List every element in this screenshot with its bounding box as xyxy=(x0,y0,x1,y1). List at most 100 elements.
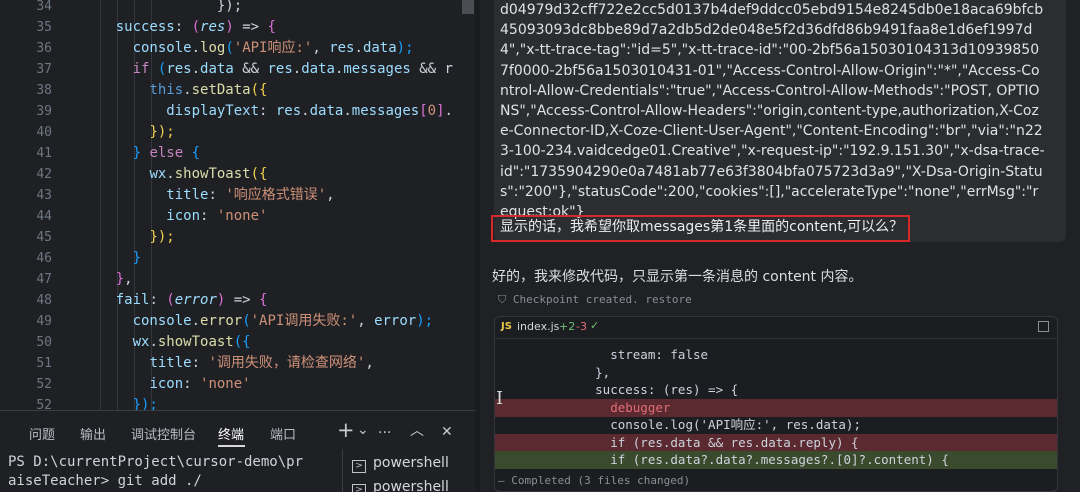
code-text: wx.showToast({ xyxy=(82,332,251,353)
code-line[interactable]: 37 if (res.data && res.data.messages && … xyxy=(0,59,475,80)
code-line[interactable]: 48 fail: (error) => { xyxy=(0,290,475,311)
code-line[interactable]: 42 wx.showToast({ xyxy=(0,164,475,185)
code-token: { xyxy=(259,292,268,308)
code-line[interactable]: 52 }); xyxy=(0,395,475,410)
code-token: res xyxy=(200,19,226,35)
restore-link[interactable]: restore xyxy=(645,293,691,306)
code-text: }); xyxy=(82,395,158,410)
text-cursor-icon: I xyxy=(496,388,504,409)
code-token: setData xyxy=(191,82,251,98)
code-line[interactable]: 49 console.error('API调用失败:', error); xyxy=(0,311,475,332)
code-token: data xyxy=(301,61,335,77)
diff-deletions: -3 xyxy=(576,320,587,333)
chevron-right-icon: — xyxy=(498,474,512,487)
line-number: 44 xyxy=(36,209,52,224)
code-token: data xyxy=(309,103,344,119)
pasted-response-text: d04979d32cff722e2cc5d0137b4def9ddcc05ebd… xyxy=(500,2,1045,221)
code-line[interactable]: 40 }); xyxy=(0,122,475,143)
plus-icon[interactable]: + xyxy=(337,420,355,441)
code-text: }, xyxy=(82,269,133,290)
code-line[interactable]: 43 title: '响应格式错误', xyxy=(0,185,475,206)
code-token: messages xyxy=(343,61,411,77)
tab-ports[interactable]: 端口 xyxy=(270,424,296,443)
tab-problems[interactable]: 问题 xyxy=(29,424,55,443)
more-icon[interactable]: ··· xyxy=(378,424,391,442)
code-token: data xyxy=(200,61,234,77)
code-token: : xyxy=(208,187,226,203)
code-text: this.setData({ xyxy=(82,80,267,101)
code-line[interactable]: 39 displayText: res.data.messages[0]. xyxy=(0,101,475,122)
code-token: '调用失败，请检查网络' xyxy=(208,355,366,371)
code-line[interactable]: 46 } xyxy=(0,248,475,269)
shell-instance[interactable]: > powershell xyxy=(352,455,449,473)
code-line[interactable]: 35 success: (res) => { xyxy=(0,17,475,38)
code-token: wx xyxy=(132,334,150,350)
code-token: , xyxy=(312,40,330,56)
tab-terminal[interactable]: 终端 xyxy=(218,424,244,443)
shell-instance[interactable]: > powershell xyxy=(352,479,449,492)
code-line[interactable]: 50 wx.showToast({ xyxy=(0,332,475,353)
code-line[interactable]: 34 }); xyxy=(0,0,475,17)
tab-output[interactable]: 输出 xyxy=(80,424,106,443)
user-question: 显示的话，我希望你取messages第1条里面的content,可以么？ xyxy=(500,219,904,235)
code-line[interactable]: 45 }); xyxy=(0,227,475,248)
code-token: ({ xyxy=(233,334,251,350)
code-text: displayText: res.data.messages[0]. xyxy=(82,101,453,122)
code-line[interactable]: 51 title: '调用失败，请检查网络', xyxy=(0,353,475,374)
diff-filename[interactable]: index.js xyxy=(517,320,559,333)
diff-header[interactable]: JS index.js +2 -3 ✓ xyxy=(495,317,1057,339)
code-line[interactable]: 41 } else { xyxy=(0,143,475,164)
tab-debug-console[interactable]: 调试控制台 xyxy=(131,424,196,443)
code-text: title: '响应格式错误', xyxy=(82,185,334,206)
code-token: . xyxy=(183,82,192,98)
code-token: ( xyxy=(225,40,234,56)
panel-tabs: 问题 输出 调试控制台 终端 端口 + ⌄ ··· ︿ ✕ xyxy=(0,411,475,449)
code-line[interactable]: 52 icon: 'none' xyxy=(0,374,475,395)
chevron-down-icon[interactable]: ⌄ xyxy=(357,421,369,439)
close-icon[interactable]: ✕ xyxy=(441,423,453,441)
code-line[interactable]: 44 icon: 'none' xyxy=(0,206,475,227)
code-token: . xyxy=(301,103,310,119)
code-editor[interactable]: 34 }); 35 success: (res) => {36 console.l… xyxy=(0,0,475,410)
code-token: . xyxy=(191,61,201,77)
code-text: if (res.data && res.data.messages && r xyxy=(82,59,453,80)
code-line[interactable]: 36 console.log('API响应:', res.data); xyxy=(0,38,475,59)
check-icon: ✓ xyxy=(590,319,600,332)
code-token: 'none' xyxy=(216,208,268,224)
completed-status[interactable]: — Completed (3 files changed) xyxy=(498,474,690,487)
line-number: 48 xyxy=(36,293,52,308)
expand-icon[interactable] xyxy=(1038,321,1049,332)
terminal-input-line[interactable]: aiseTeacher> git add ./ xyxy=(8,471,202,491)
line-number: 37 xyxy=(36,62,52,77)
code-token: error xyxy=(374,313,417,329)
editor-scrollbar[interactable] xyxy=(462,0,474,14)
completed-detail: (3 files changed) xyxy=(577,474,691,487)
code-token: ( xyxy=(242,313,251,329)
code-token: . xyxy=(343,103,352,119)
code-text: success: (res) => { xyxy=(82,17,276,38)
code-token: displayText xyxy=(166,103,260,119)
code-token: . xyxy=(149,334,158,350)
code-token: => xyxy=(233,19,268,35)
diff-line-text: if (res.data && res.data.reply) { xyxy=(550,434,859,450)
code-token: [ xyxy=(419,103,428,119)
chevron-up-icon[interactable]: ︿ xyxy=(410,422,424,440)
line-number: 51 xyxy=(36,356,52,371)
code-token: : xyxy=(149,292,167,308)
code-line[interactable]: 38 this.setData({ xyxy=(0,80,475,101)
code-token: icon xyxy=(166,208,201,224)
diff-line-text: if (res.data?.data?.messages?.[0]?.conte… xyxy=(550,452,949,467)
code-token: fail xyxy=(115,292,150,308)
code-token: : xyxy=(174,19,192,35)
code-line[interactable]: 47 }, xyxy=(0,269,475,290)
